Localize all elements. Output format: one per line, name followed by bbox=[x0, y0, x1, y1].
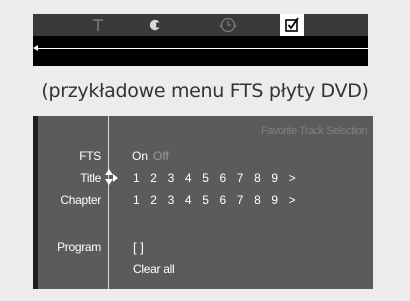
chapter-number[interactable]: 7 bbox=[237, 193, 254, 207]
chapter-number[interactable]: 4 bbox=[185, 193, 202, 207]
title-number[interactable]: 2 bbox=[150, 171, 167, 185]
screen-edge bbox=[33, 116, 38, 289]
title-number[interactable]: 4 bbox=[185, 171, 202, 185]
c-icon[interactable] bbox=[145, 15, 165, 35]
fts-header: Favorite Track Selection bbox=[261, 125, 368, 137]
column-divider bbox=[108, 116, 109, 289]
fts-on-option[interactable]: On bbox=[132, 149, 148, 163]
fts-off-option[interactable]: Off bbox=[153, 149, 169, 163]
title-number[interactable]: 8 bbox=[254, 171, 271, 185]
menu-bar bbox=[33, 14, 368, 66]
title-number[interactable]: 6 bbox=[219, 171, 236, 185]
chapter-number[interactable]: 9 bbox=[271, 193, 288, 207]
chapter-number[interactable]: 6 bbox=[219, 193, 236, 207]
chapter-number[interactable]: 1 bbox=[133, 193, 150, 207]
chapter-label[interactable]: Chapter bbox=[60, 193, 101, 207]
tab-strip bbox=[33, 14, 368, 36]
title-number[interactable]: 3 bbox=[168, 171, 185, 185]
chapter-number[interactable]: 2 bbox=[150, 193, 167, 207]
caption: (przykładowe menu FTS płyty DVD) bbox=[41, 80, 369, 102]
title-number[interactable]: 5 bbox=[202, 171, 219, 185]
title-number[interactable]: 7 bbox=[237, 171, 254, 185]
title-number-list: 1 2 3 4 5 6 7 8 9 > bbox=[133, 171, 306, 185]
chapter-number-list: 1 2 3 4 5 6 7 8 9 > bbox=[133, 193, 306, 207]
title-more-arrow[interactable]: > bbox=[289, 171, 306, 185]
chapter-number[interactable]: 3 bbox=[168, 193, 185, 207]
title-number[interactable]: 9 bbox=[271, 171, 288, 185]
t-icon[interactable] bbox=[88, 15, 108, 35]
title-label[interactable]: Title bbox=[80, 171, 101, 185]
program-slot[interactable]: [ ] bbox=[133, 240, 144, 255]
fts-label: FTS bbox=[79, 149, 101, 163]
clear-all-option[interactable]: Clear all bbox=[133, 262, 175, 276]
menu-divider bbox=[35, 48, 368, 49]
chapter-number[interactable]: 5 bbox=[202, 193, 219, 207]
chapter-number[interactable]: 8 bbox=[254, 193, 271, 207]
checkbox-icon[interactable] bbox=[280, 14, 304, 36]
fts-screen: Favorite Track Selection FTS Title Chapt… bbox=[33, 116, 373, 289]
chapter-more-arrow[interactable]: > bbox=[289, 193, 306, 207]
title-number[interactable]: 1 bbox=[133, 171, 150, 185]
program-label[interactable]: Program bbox=[57, 240, 101, 254]
right-arrow-icon bbox=[113, 174, 118, 182]
clock-icon[interactable] bbox=[218, 15, 238, 35]
